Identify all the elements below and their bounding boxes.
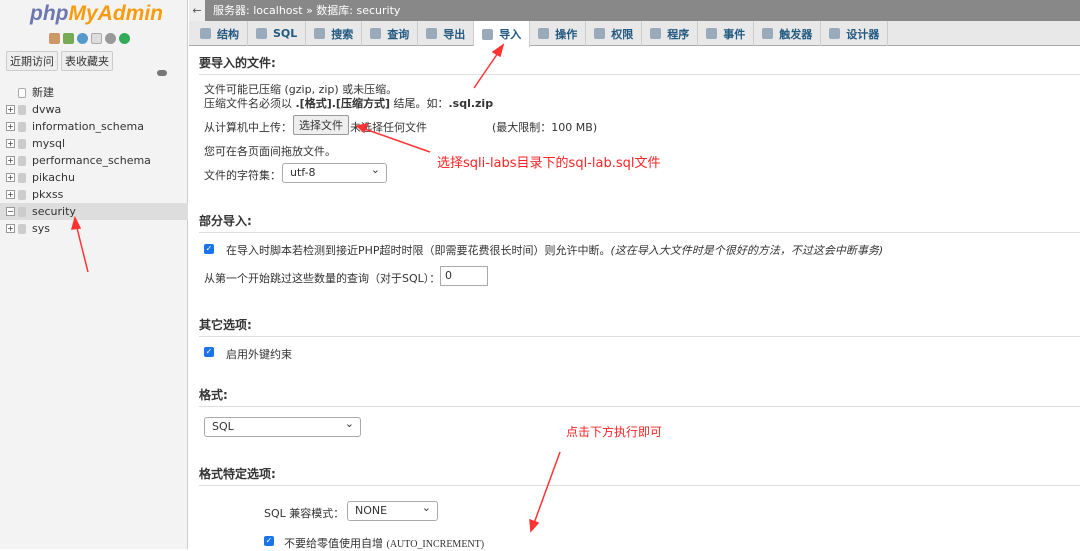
reload-icon[interactable] xyxy=(119,33,130,44)
home-icon[interactable] xyxy=(49,33,60,44)
expand-icon[interactable]: + xyxy=(6,139,15,148)
choose-file-button[interactable]: 选择文件 xyxy=(293,115,349,135)
phpmyadmin-logo[interactable]: phpMyAdmin xyxy=(30,2,163,26)
gear-icon[interactable] xyxy=(105,33,116,44)
database-icon xyxy=(18,121,26,132)
charset-select[interactable]: utf-8 xyxy=(282,161,387,183)
tree-item-pkxss[interactable]: + pkxss xyxy=(6,186,188,203)
docs-icon[interactable] xyxy=(91,33,102,44)
tab-operations[interactable]: 操作 xyxy=(530,21,587,46)
annotation-click-execute: 点击下方执行即可 xyxy=(566,425,663,439)
clock-icon xyxy=(706,28,718,39)
expand-icon[interactable]: + xyxy=(6,122,15,131)
database-icon xyxy=(18,138,26,149)
tab-export[interactable]: 导出 xyxy=(418,21,475,46)
structure-icon xyxy=(200,28,211,39)
sql-icon xyxy=(256,28,267,39)
tree-item-new[interactable]: 新建 xyxy=(6,84,188,101)
breadcrumb[interactable]: 服务器: localhost » 数据库: security xyxy=(213,0,400,21)
privileges-icon xyxy=(594,28,606,39)
tab-structure[interactable]: 结构 xyxy=(192,21,248,46)
foreign-keys-checkbox[interactable]: ✓ xyxy=(204,347,214,357)
search-icon xyxy=(314,28,326,39)
tab-routines[interactable]: 程序 xyxy=(642,21,699,46)
breadcrumb-bar: ← 服务器: localhost » 数据库: security xyxy=(189,0,1080,21)
expand-icon[interactable]: + xyxy=(6,105,15,114)
wrench-icon xyxy=(538,28,550,39)
tab-bar: 结构 SQL 搜索 查询 导出 导入 操作 权限 程序 事件 触发器 设计器 xyxy=(189,21,1080,47)
tab-search[interactable]: 搜索 xyxy=(306,21,363,46)
logout-icon[interactable] xyxy=(63,33,74,44)
sql-compat-select[interactable]: NONE xyxy=(347,499,438,521)
tab-triggers[interactable]: 触发器 xyxy=(754,21,822,46)
database-icon xyxy=(18,155,26,166)
expand-icon[interactable]: + xyxy=(6,224,15,233)
tree-item-mysql[interactable]: + mysql xyxy=(6,135,188,152)
tab-import[interactable]: 导入 xyxy=(474,21,531,47)
designer-icon xyxy=(829,28,841,39)
tab-sql[interactable]: SQL xyxy=(248,21,307,46)
import-icon xyxy=(482,28,494,40)
database-icon xyxy=(18,223,26,234)
database-icon xyxy=(18,172,26,183)
routines-icon xyxy=(650,28,662,39)
database-icon xyxy=(18,104,26,115)
tree-item-sys[interactable]: + sys xyxy=(6,220,188,237)
tree-item-dvwa[interactable]: + dvwa xyxy=(6,101,188,118)
link-icon[interactable] xyxy=(157,70,167,76)
recent-button[interactable]: 近期访问 xyxy=(6,51,58,71)
expand-icon[interactable]: + xyxy=(6,190,15,199)
collapse-icon[interactable]: − xyxy=(6,207,15,216)
annotation-choose-file: 选择sqli-labs目录下的sql-lab.sql文件 xyxy=(437,156,661,171)
tab-designer[interactable]: 设计器 xyxy=(821,21,889,46)
format-select[interactable]: SQL xyxy=(204,415,361,437)
skip-queries-input[interactable]: 0 xyxy=(440,266,488,286)
tab-events[interactable]: 事件 xyxy=(698,21,755,46)
database-icon xyxy=(18,189,26,200)
tree-item-information-schema[interactable]: + information_schema xyxy=(6,118,188,135)
tab-query[interactable]: 查询 xyxy=(362,21,419,46)
tree-item-pikachu[interactable]: + pikachu xyxy=(6,169,188,186)
triggers-icon xyxy=(762,28,774,39)
query-icon xyxy=(370,28,382,39)
tab-privileges[interactable]: 权限 xyxy=(586,21,643,46)
database-icon xyxy=(18,206,26,217)
no-auto-value-on-zero-checkbox[interactable]: ✓ xyxy=(264,536,274,546)
allow-interrupt-checkbox[interactable]: ✓ xyxy=(204,244,214,254)
tree-item-security[interactable]: − security xyxy=(0,203,188,220)
export-icon xyxy=(426,28,438,39)
navigation-sidebar: phpMyAdmin 近期访问 表收藏夹 新建 + dvwa + informati… xyxy=(0,0,188,549)
favorites-button[interactable]: 表收藏夹 xyxy=(61,51,113,71)
back-arrow-icon[interactable]: ← xyxy=(189,0,205,21)
file-name-status: 未选择任何文件 xyxy=(350,121,427,134)
tree-item-performance-schema[interactable]: + performance_schema xyxy=(6,152,188,169)
expand-icon[interactable]: + xyxy=(6,156,15,165)
help-icon[interactable] xyxy=(77,33,88,44)
import-form: 要导入的文件: 文件可能已压缩 (gzip, zip) 或未压缩。 压缩文件名必… xyxy=(189,46,1080,550)
database-tree: 新建 + dvwa + information_schema + mysql + per… xyxy=(0,84,188,237)
expand-icon[interactable]: + xyxy=(6,173,15,182)
file-section-heading: 要导入的文件: xyxy=(199,54,1080,75)
